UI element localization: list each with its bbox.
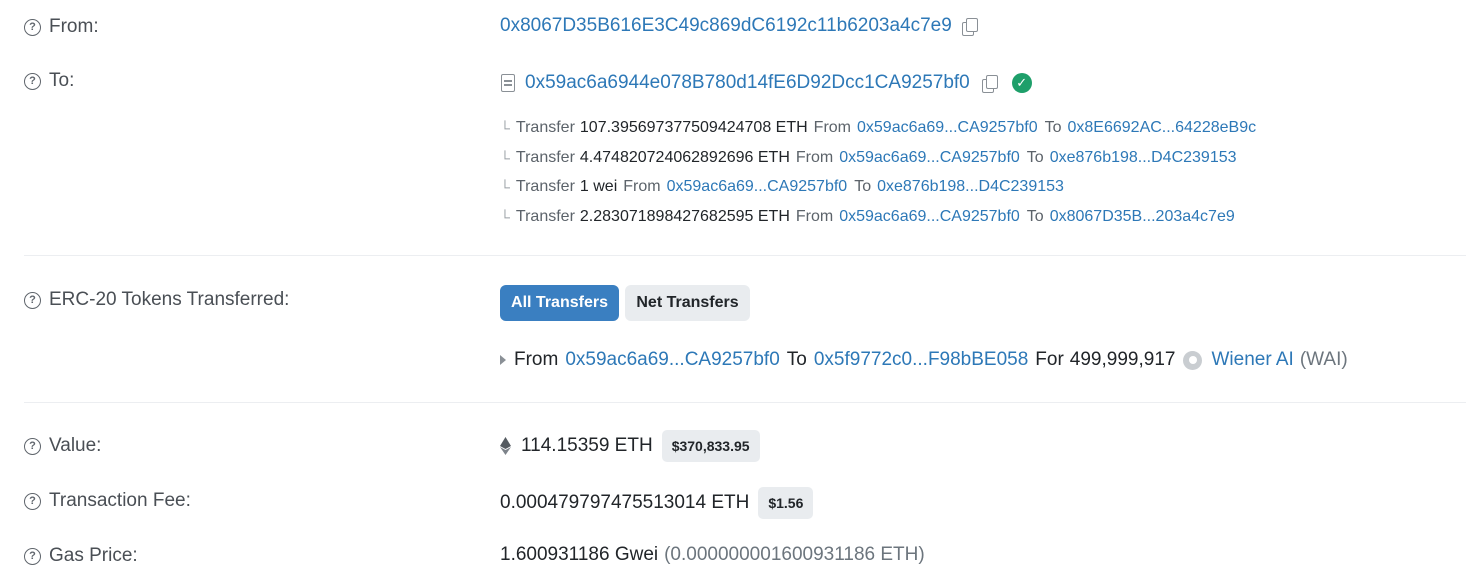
to-label-text: To: bbox=[49, 70, 75, 91]
copy-icon[interactable] bbox=[960, 17, 978, 36]
gas-eth: (0.000000001600931186 ETH) bbox=[664, 544, 925, 565]
value-label: ? Value: bbox=[24, 435, 101, 457]
erc20-amount: 499,999,917 bbox=[1069, 349, 1176, 370]
fee-label-text: Transaction Fee: bbox=[49, 490, 191, 511]
fee-amount: 0.000479797475513014 ETH bbox=[500, 492, 750, 513]
value-row: 114.15359 ETH $370,833.95 bbox=[500, 430, 760, 462]
erc20-label: ? ERC-20 Tokens Transferred: bbox=[24, 289, 289, 311]
question-circle-icon: ? bbox=[24, 492, 41, 510]
from-address-link[interactable]: 0x8067D35B616E3C49c869dC6192c11b6203a4c7… bbox=[500, 15, 952, 37]
question-circle-icon: ? bbox=[24, 547, 41, 565]
from-keyword: From bbox=[623, 178, 661, 195]
transfer-to-link[interactable]: 0xe876b198...D4C239153 bbox=[877, 178, 1064, 196]
gas-label: ? Gas Price: bbox=[24, 545, 138, 567]
tree-corner-icon: └ bbox=[500, 120, 510, 136]
section-divider bbox=[24, 255, 1466, 256]
erc20-to-link[interactable]: 0x5f9772c0...F98bBE058 bbox=[814, 349, 1028, 371]
internal-transfer-row: └ Transfer 1 wei From 0x59ac6a69...CA925… bbox=[500, 178, 1064, 196]
from-keyword: From bbox=[795, 208, 834, 225]
transfer-word: Transfer bbox=[515, 119, 575, 136]
transfer-from-link[interactable]: 0x59ac6a69...CA9257bf0 bbox=[857, 119, 1038, 137]
token-logo-icon bbox=[1183, 350, 1203, 370]
contract-file-icon bbox=[501, 74, 515, 92]
from-keyword: From bbox=[813, 119, 851, 136]
value-amount: 114.15359 ETH bbox=[521, 435, 653, 456]
fee-usd-badge: $1.56 bbox=[758, 487, 814, 519]
transfer-word: Transfer bbox=[515, 178, 575, 195]
transfer-amount: 1 wei bbox=[579, 178, 618, 195]
transfer-amount: 107.395697377509424708 ETH bbox=[579, 119, 808, 136]
to-address-link[interactable]: 0x59ac6a6944e078B780d14fE6D92Dcc1CA9257b… bbox=[525, 72, 970, 94]
transfer-from-link[interactable]: 0x59ac6a69...CA9257bf0 bbox=[667, 178, 848, 196]
caret-right-icon[interactable] bbox=[500, 355, 506, 365]
transfer-word: Transfer bbox=[515, 208, 575, 225]
transfer-from-link[interactable]: 0x59ac6a69...CA9257bf0 bbox=[839, 208, 1020, 226]
transfer-to-link[interactable]: 0x8E6692AC...64228eB9c bbox=[1068, 119, 1257, 137]
value-label-text: Value: bbox=[49, 435, 102, 456]
transfer-to-link[interactable]: 0xe876b198...D4C239153 bbox=[1050, 149, 1237, 167]
question-circle-icon: ? bbox=[24, 291, 41, 309]
from-label: ? From: bbox=[24, 16, 99, 38]
to-keyword: To bbox=[854, 178, 872, 195]
net-transfers-tab[interactable]: Net Transfers bbox=[625, 285, 750, 321]
verified-check-icon: ✓ bbox=[1011, 73, 1032, 93]
internal-transfer-row: └ Transfer 107.395697377509424708 ETH Fr… bbox=[500, 119, 1256, 137]
copy-icon[interactable] bbox=[980, 74, 998, 93]
gas-gwei: 1.600931186 Gwei bbox=[500, 544, 659, 565]
section-divider bbox=[24, 402, 1466, 403]
to-keyword: To bbox=[1026, 208, 1044, 225]
erc20-from-link[interactable]: 0x59ac6a69...CA9257bf0 bbox=[565, 349, 779, 371]
token-symbol: (WAI) bbox=[1299, 349, 1348, 370]
erc20-label-text: ERC-20 Tokens Transferred: bbox=[49, 289, 290, 310]
to-value: 0x59ac6a6944e078B780d14fE6D92Dcc1CA9257b… bbox=[501, 72, 1032, 94]
fee-row: 0.000479797475513014 ETH $1.56 bbox=[500, 487, 814, 519]
gas-label-text: Gas Price: bbox=[49, 545, 138, 566]
gas-row: 1.600931186 Gwei (0.000000001600931186 E… bbox=[500, 544, 925, 566]
question-circle-icon: ? bbox=[24, 18, 41, 36]
internal-transfer-row: └ Transfer 4.474820724062892696 ETH From… bbox=[500, 149, 1237, 167]
question-circle-icon: ? bbox=[24, 72, 41, 90]
transfer-from-link[interactable]: 0x59ac6a69...CA9257bf0 bbox=[839, 149, 1020, 167]
for-keyword: For bbox=[1035, 349, 1064, 370]
fee-label: ? Transaction Fee: bbox=[24, 490, 191, 512]
tree-corner-icon: └ bbox=[500, 209, 510, 225]
to-keyword: To bbox=[1044, 119, 1062, 136]
from-value: 0x8067D35B616E3C49c869dC6192c11b6203a4c7… bbox=[500, 15, 978, 37]
tree-corner-icon: └ bbox=[500, 150, 510, 166]
from-keyword: From bbox=[514, 349, 559, 370]
token-name-link[interactable]: Wiener AI bbox=[1211, 349, 1293, 371]
value-usd-badge: $370,833.95 bbox=[661, 430, 760, 462]
transfer-to-link[interactable]: 0x8067D35B...203a4c7e9 bbox=[1050, 208, 1235, 226]
tree-corner-icon: └ bbox=[500, 179, 510, 195]
all-transfers-tab[interactable]: All Transfers bbox=[500, 285, 619, 321]
from-label-text: From: bbox=[49, 16, 99, 37]
to-keyword: To bbox=[786, 349, 807, 370]
to-keyword: To bbox=[1026, 149, 1044, 166]
transfer-word: Transfer bbox=[515, 149, 575, 166]
transfer-amount: 2.283071898427682595 ETH bbox=[579, 208, 790, 225]
transfer-amount: 4.474820724062892696 ETH bbox=[579, 149, 790, 166]
from-keyword: From bbox=[795, 149, 834, 166]
internal-transfer-row: └ Transfer 2.283071898427682595 ETH From… bbox=[500, 208, 1235, 226]
erc20-transfer-row: From 0x59ac6a69...CA9257bf0 To 0x5f9772c… bbox=[500, 349, 1348, 371]
to-label: ? To: bbox=[24, 70, 74, 92]
ethereum-icon bbox=[500, 437, 511, 455]
question-circle-icon: ? bbox=[24, 437, 41, 455]
